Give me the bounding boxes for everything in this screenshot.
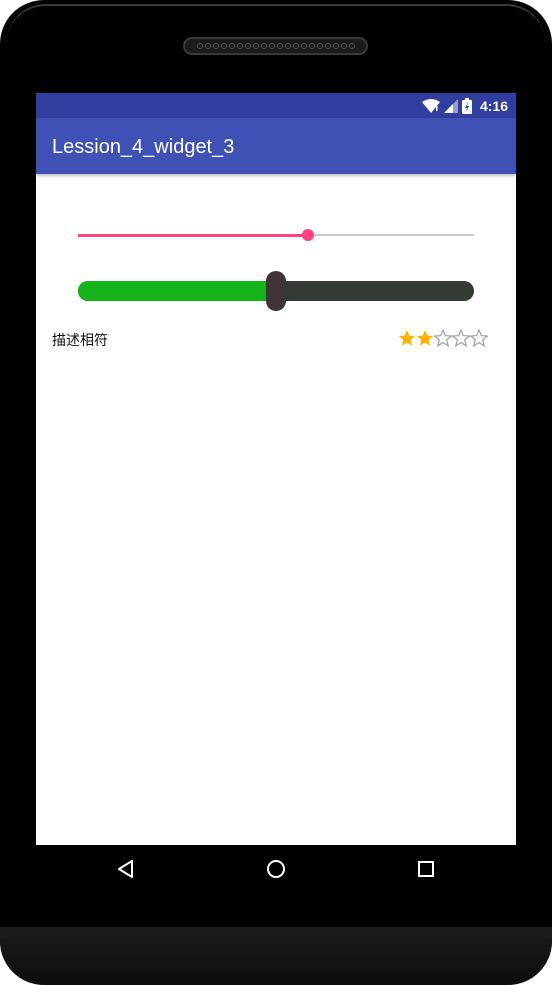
navigation-bar (36, 845, 516, 893)
rating-label: 描述相符 (52, 333, 108, 349)
status-bar: 4:16 (36, 93, 516, 118)
star-empty-icon[interactable] (434, 329, 452, 347)
seekbar-default-progress (78, 234, 308, 237)
recents-icon[interactable] (414, 857, 438, 881)
status-time: 4:16 (479, 98, 508, 114)
wifi-icon (421, 99, 440, 113)
star-empty-icon[interactable] (470, 329, 488, 347)
seekbar-default[interactable] (78, 225, 474, 245)
seekbar-custom[interactable] (78, 271, 474, 311)
star-empty-icon[interactable] (452, 329, 470, 347)
app-bar: Lession_4_widget_3 (36, 118, 516, 174)
star-filled-icon[interactable] (416, 329, 434, 347)
seekbar-custom-progress (78, 281, 276, 301)
app-title: Lession_4_widget_3 (52, 136, 235, 158)
battery-icon (461, 98, 472, 114)
phone-speaker (183, 37, 368, 55)
star-filled-icon[interactable] (398, 329, 416, 347)
home-icon[interactable] (264, 857, 288, 881)
seekbar-custom-thumb[interactable] (266, 271, 286, 311)
seekbar-default-thumb[interactable] (302, 229, 314, 241)
back-icon[interactable] (114, 857, 138, 881)
phone-frame: 4:16 Lession_4_widget_3 描述相符 (0, 0, 552, 985)
signal-icon (443, 99, 458, 113)
status-icons: 4:16 (421, 96, 508, 116)
phone-chin (0, 927, 552, 985)
app-screen: 4:16 Lession_4_widget_3 描述相符 (36, 93, 516, 845)
rating-bar[interactable] (398, 329, 488, 347)
